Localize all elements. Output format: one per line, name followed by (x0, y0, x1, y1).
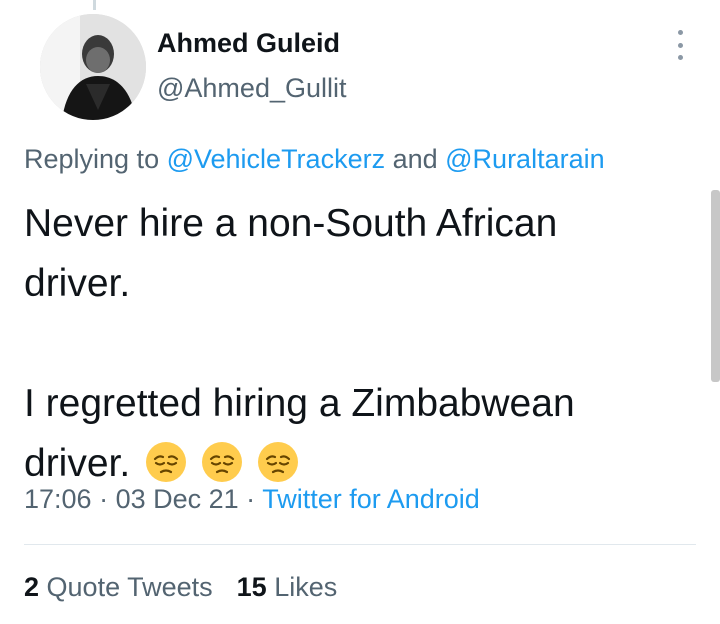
quote-tweets-link[interactable]: 2 Quote Tweets (24, 572, 213, 602)
more-options-icon[interactable] (670, 30, 690, 60)
meta-separator: · (91, 484, 116, 514)
replying-joiner: and (385, 144, 446, 174)
pensive-face-emoji-icon (202, 442, 243, 482)
avatar-photo (40, 14, 146, 120)
more-dot (677, 55, 683, 60)
more-dot (677, 30, 683, 35)
replying-to-label: Replying to (24, 144, 167, 174)
more-dot (677, 42, 683, 48)
divider (24, 544, 696, 545)
quote-tweets-count: 2 (24, 572, 40, 602)
likes-count: 15 (236, 572, 267, 602)
author-name[interactable]: Ahmed Guleid (157, 28, 340, 59)
pensive-face-emoji-icon (258, 442, 299, 482)
likes-link[interactable]: 15 Likes (237, 572, 338, 602)
thread-connector-line (93, 0, 96, 10)
tweet-time[interactable]: 17:06 (24, 484, 92, 514)
tweet-text: Never hire a non-South African driver. I… (24, 194, 694, 494)
tweet-source-link[interactable]: Twitter for Android (262, 484, 480, 514)
author-handle[interactable]: @Ahmed_Gullit (157, 73, 347, 104)
avatar[interactable] (40, 14, 146, 120)
mention-link-vehicletrackerz[interactable]: @VehicleTrackerz (167, 144, 385, 174)
pensive-face-emoji-icon (146, 442, 187, 482)
meta-separator: · (238, 484, 263, 514)
tweet-metadata: 17:06 · 03 Dec 21 · Twitter for Android (24, 484, 480, 515)
tweet-date[interactable]: 03 Dec 21 (116, 484, 239, 514)
mention-link-ruraltarain[interactable]: @Ruraltarain (445, 144, 604, 174)
tweet-text-line: Never hire a non-South African (24, 202, 558, 245)
replying-to-line: Replying to @VehicleTrackerz and @Ruralt… (24, 144, 605, 175)
tweet-text-word: driver. (24, 442, 131, 485)
scrollbar[interactable] (711, 190, 720, 382)
tweet-text-line: I regretted hiring a Zimbabwean (24, 382, 575, 425)
quote-tweets-label: Quote Tweets (39, 572, 213, 602)
tweet-text-line: driver. (24, 262, 131, 305)
likes-label: Likes (266, 572, 338, 602)
engagement-stats: 2 Quote Tweets 15 Likes (24, 572, 361, 603)
